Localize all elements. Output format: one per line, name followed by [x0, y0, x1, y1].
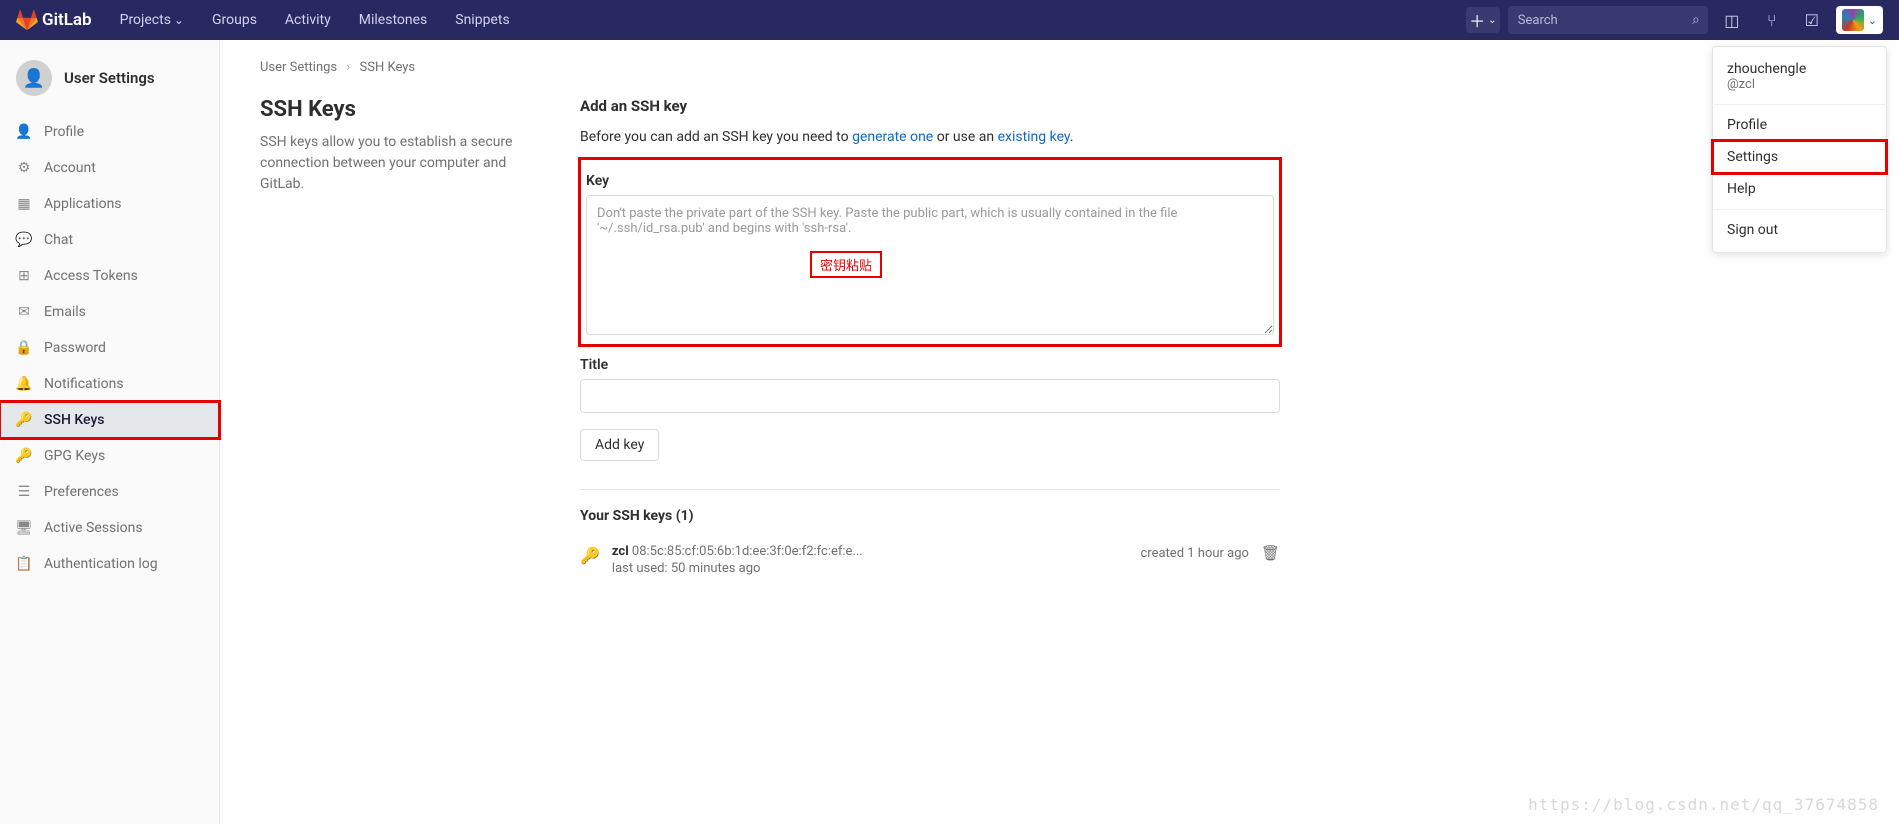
gitlab-icon — [16, 9, 38, 31]
sidebar-item-ssh-keys[interactable]: 🔑 SSH Keys — [0, 402, 219, 438]
sidebar-item-label: Password — [44, 340, 106, 356]
sidebar-icon: 🔑 — [16, 412, 32, 428]
nav-snippets[interactable]: Snippets — [443, 4, 521, 36]
sidebar-item-label: Access Tokens — [44, 268, 138, 284]
add-key-title: Add an SSH key — [580, 97, 1280, 115]
sidebar-item-label: Notifications — [44, 376, 124, 392]
watermark: https://blog.csdn.net/qq_37674858 — [1528, 795, 1879, 814]
title-input[interactable] — [580, 379, 1280, 413]
nav-milestones[interactable]: Milestones — [347, 4, 440, 36]
sidebar-header: 👤 User Settings — [0, 48, 219, 114]
delete-key-button[interactable]: 🗑 — [1261, 544, 1280, 562]
add-key-hint: Before you can add an SSH key you need t… — [580, 129, 1280, 145]
sidebar: 👤 User Settings 👤 Profile ⚙ Account ▦ Applica… — [0, 40, 220, 824]
annotation-label: 密钥粘贴 — [810, 251, 882, 278]
sidebar-item-active-sessions[interactable]: 🖥 Active Sessions — [0, 510, 219, 546]
ssh-key-row: 🔑 zcl 08:5c:85:cf:05:6b:1d:ee:3f:0e:f2:f… — [580, 538, 1280, 582]
nav-activity[interactable]: Activity — [273, 4, 343, 36]
breadcrumb: User Settings › SSH Keys — [260, 60, 1280, 75]
sidebar-item-account[interactable]: ⚙ Account — [0, 150, 219, 186]
key-name[interactable]: zcl — [612, 544, 629, 559]
sidebar-item-authentication-log[interactable]: 📋 Authentication log — [0, 546, 219, 582]
todos-icon[interactable]: ☑ — [1796, 6, 1828, 34]
sidebar-item-label: Applications — [44, 196, 122, 212]
menu-profile[interactable]: Profile — [1713, 109, 1886, 141]
search-input[interactable] — [1508, 6, 1708, 34]
sidebar-item-notifications[interactable]: 🔔 Notifications — [0, 366, 219, 402]
sidebar-item-label: Authentication log — [44, 556, 158, 572]
navbar: GitLab Projects Groups Activity Mileston… — [0, 0, 1899, 40]
sidebar-icon: ✉ — [16, 304, 32, 320]
existing-link[interactable]: existing key — [998, 129, 1070, 145]
issues-icon[interactable]: ◫ — [1716, 6, 1748, 34]
sidebar-item-label: Account — [44, 160, 96, 176]
sidebar-icon: 🔑 — [16, 448, 32, 464]
sidebar-item-label: Preferences — [44, 484, 119, 500]
page-description: SSH keys allow you to establish a secure… — [260, 132, 540, 195]
sidebar-item-label: Active Sessions — [44, 520, 143, 536]
menu-user-name: zhouchengle — [1727, 61, 1872, 77]
sidebar-icon: 📋 — [16, 556, 32, 572]
nav-projects[interactable]: Projects — [108, 4, 196, 36]
sidebar-icon: ⚙ — [16, 160, 32, 176]
menu-help[interactable]: Help — [1713, 173, 1886, 205]
sidebar-item-label: GPG Keys — [44, 448, 105, 464]
avatar-image — [1842, 9, 1864, 31]
sidebar-item-access-tokens[interactable]: ⊞ Access Tokens — [0, 258, 219, 294]
menu-settings[interactable]: Settings — [1713, 141, 1886, 173]
nav-groups[interactable]: Groups — [200, 4, 269, 36]
sidebar-item-gpg-keys[interactable]: 🔑 GPG Keys — [0, 438, 219, 474]
sidebar-icon: 🖥 — [16, 520, 32, 536]
sidebar-icon: 👤 — [16, 124, 32, 140]
sidebar-icon: ☰ — [16, 484, 32, 500]
key-textarea[interactable] — [586, 195, 1274, 335]
sidebar-item-label: Profile — [44, 124, 84, 140]
search-icon: ⌕ — [1692, 12, 1700, 28]
gitlab-logo[interactable]: GitLab — [16, 9, 92, 31]
key-created: created 1 hour ago — [1141, 546, 1249, 561]
sidebar-item-preferences[interactable]: ☰ Preferences — [0, 474, 219, 510]
menu-user-handle: @zcl — [1727, 77, 1872, 92]
sidebar-icon: 🔔 — [16, 376, 32, 392]
user-icon: 👤 — [16, 60, 52, 96]
sidebar-item-label: Chat — [44, 232, 73, 248]
sidebar-icon: ⊞ — [16, 268, 32, 284]
sidebar-icon: ▦ — [16, 196, 32, 212]
brand-text: GitLab — [42, 10, 92, 30]
key-label: Key — [586, 173, 1274, 189]
your-keys-title: Your SSH keys (1) — [580, 508, 1280, 524]
key-last-used: last used: 50 minutes ago — [612, 561, 1129, 576]
user-avatar-button[interactable]: ⌄ — [1836, 6, 1883, 34]
user-dropdown-menu: zhouchengle @zcl Profile Settings Help S… — [1712, 46, 1887, 253]
merge-requests-icon[interactable]: ⑂ — [1756, 6, 1788, 34]
chevron-down-icon: ⌄ — [1868, 14, 1877, 27]
sidebar-title: User Settings — [64, 69, 155, 87]
sidebar-item-label: SSH Keys — [44, 412, 105, 428]
page-title: SSH Keys — [260, 97, 540, 122]
key-icon: 🔑 — [580, 546, 600, 565]
new-menu-button[interactable]: ＋ — [1466, 7, 1500, 33]
key-fingerprint: 08:5c:85:cf:05:6b:1d:ee:3f:0e:f2:fc:ef:e… — [632, 544, 863, 559]
breadcrumb-leaf: SSH Keys — [360, 60, 416, 75]
sidebar-item-emails[interactable]: ✉ Emails — [0, 294, 219, 330]
sidebar-icon: 💬 — [16, 232, 32, 248]
breadcrumb-root[interactable]: User Settings — [260, 60, 337, 75]
menu-sign-out[interactable]: Sign out — [1713, 214, 1886, 246]
sidebar-item-password[interactable]: 🔒 Password — [0, 330, 219, 366]
title-label: Title — [580, 357, 1280, 373]
sidebar-item-chat[interactable]: 💬 Chat — [0, 222, 219, 258]
add-key-button[interactable]: Add key — [580, 429, 659, 461]
sidebar-item-applications[interactable]: ▦ Applications — [0, 186, 219, 222]
sidebar-icon: 🔒 — [16, 340, 32, 356]
sidebar-item-label: Emails — [44, 304, 86, 320]
sidebar-item-profile[interactable]: 👤 Profile — [0, 114, 219, 150]
generate-link[interactable]: generate one — [852, 129, 933, 145]
